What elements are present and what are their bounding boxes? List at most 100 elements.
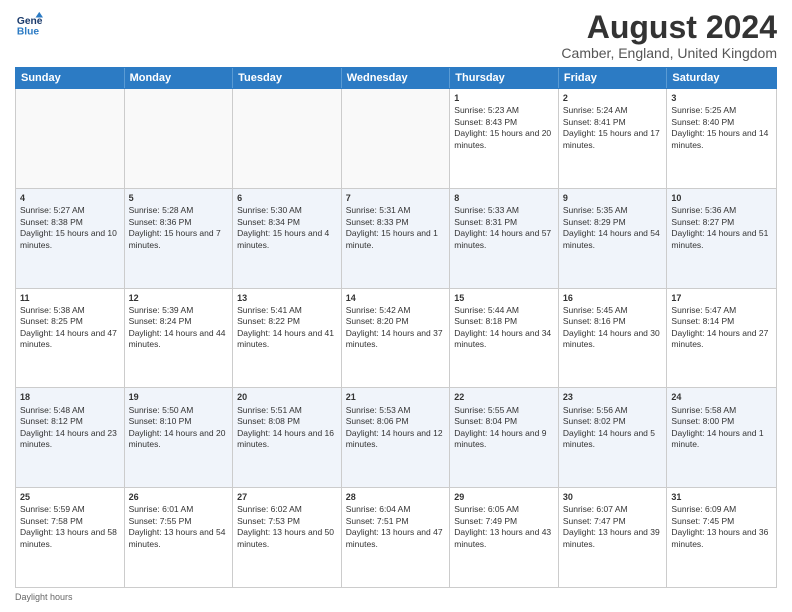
- day-cell-29: 29Sunrise: 6:05 AMSunset: 7:49 PMDayligh…: [450, 488, 559, 587]
- day-info: Sunrise: 6:02 AMSunset: 7:53 PMDaylight:…: [237, 504, 334, 548]
- week-row-1: 1Sunrise: 5:23 AMSunset: 8:43 PMDaylight…: [16, 89, 776, 189]
- calendar-page: General Blue August 2024 Camber, England…: [0, 0, 792, 612]
- day-cell-19: 19Sunrise: 5:50 AMSunset: 8:10 PMDayligh…: [125, 388, 234, 487]
- day-cell-5: 5Sunrise: 5:28 AMSunset: 8:36 PMDaylight…: [125, 189, 234, 288]
- empty-cell: [16, 89, 125, 188]
- header: General Blue August 2024 Camber, England…: [15, 10, 777, 61]
- day-cell-22: 22 Sunrise: 5:55 AMSunset: 8:04 PMDayligh…: [450, 388, 559, 487]
- day-cell-9: 9Sunrise: 5:35 AMSunset: 8:29 PMDaylight…: [559, 189, 668, 288]
- day-cell-13: 13Sunrise: 5:41 AMSunset: 8:22 PMDayligh…: [233, 289, 342, 388]
- day-info: Sunrise: 6:09 AMSunset: 7:45 PMDaylight:…: [671, 504, 768, 548]
- day-info: Sunrise: 5:59 AMSunset: 7:58 PMDaylight:…: [20, 504, 117, 548]
- day-info: Sunrise: 5:38 AMSunset: 8:25 PMDaylight:…: [20, 305, 117, 349]
- day-info: Sunrise: 5:27 AMSunset: 8:38 PMDaylight:…: [20, 205, 117, 249]
- day-info: Sunrise: 5:33 AMSunset: 8:31 PMDaylight:…: [454, 205, 551, 249]
- day-cell-30: 30Sunrise: 6:07 AMSunset: 7:47 PMDayligh…: [559, 488, 668, 587]
- day-number: 27: [237, 491, 337, 503]
- day-number: 14: [346, 292, 446, 304]
- empty-cell: [125, 89, 234, 188]
- day-number: 1: [454, 92, 554, 104]
- day-number: 20: [237, 391, 337, 403]
- day-number: 17: [671, 292, 772, 304]
- day-number: 24: [671, 391, 772, 403]
- day-info: Sunrise: 5:41 AMSunset: 8:22 PMDaylight:…: [237, 305, 334, 349]
- day-number: 5: [129, 192, 229, 204]
- day-info: Sunrise: 5:48 AMSunset: 8:12 PMDaylight:…: [20, 405, 117, 449]
- day-number: 13: [237, 292, 337, 304]
- day-number: 29: [454, 491, 554, 503]
- day-number: 25: [20, 491, 120, 503]
- day-info: Sunrise: 6:01 AMSunset: 7:55 PMDaylight:…: [129, 504, 226, 548]
- empty-cell: [342, 89, 451, 188]
- day-cell-31: 31Sunrise: 6:09 AMSunset: 7:45 PMDayligh…: [667, 488, 776, 587]
- day-number: 18: [20, 391, 120, 403]
- header-day-sunday: Sunday: [16, 68, 125, 88]
- day-info: Sunrise: 5:55 AMSunset: 8:04 PMDaylight:…: [454, 405, 546, 449]
- header-day-tuesday: Tuesday: [233, 68, 342, 88]
- day-number: 6: [237, 192, 337, 204]
- day-number: 12: [129, 292, 229, 304]
- month-title: August 2024: [561, 10, 777, 45]
- day-info: Sunrise: 6:04 AMSunset: 7:51 PMDaylight:…: [346, 504, 443, 548]
- day-cell-18: 18 Sunrise: 5:48 AMSunset: 8:12 PMDayligh…: [16, 388, 125, 487]
- day-number: 22: [454, 391, 554, 403]
- day-cell-12: 12Sunrise: 5:39 AMSunset: 8:24 PMDayligh…: [125, 289, 234, 388]
- day-info: Sunrise: 5:39 AMSunset: 8:24 PMDaylight:…: [129, 305, 226, 349]
- day-cell-28: 28Sunrise: 6:04 AMSunset: 7:51 PMDayligh…: [342, 488, 451, 587]
- day-cell-3: 3Sunrise: 5:25 AMSunset: 8:40 PMDaylight…: [667, 89, 776, 188]
- day-info: Sunrise: 5:30 AMSunset: 8:34 PMDaylight:…: [237, 205, 329, 249]
- week-row-3: 11Sunrise: 5:38 AMSunset: 8:25 PMDayligh…: [16, 289, 776, 389]
- day-number: 15: [454, 292, 554, 304]
- calendar-body: 1Sunrise: 5:23 AMSunset: 8:43 PMDaylight…: [15, 89, 777, 588]
- day-cell-27: 27Sunrise: 6:02 AMSunset: 7:53 PMDayligh…: [233, 488, 342, 587]
- day-cell-24: 24 Sunrise: 5:58 AMSunset: 8:00 PMDayligh…: [667, 388, 776, 487]
- day-cell-26: 26Sunrise: 6:01 AMSunset: 7:55 PMDayligh…: [125, 488, 234, 587]
- day-cell-10: 10Sunrise: 5:36 AMSunset: 8:27 PMDayligh…: [667, 189, 776, 288]
- day-info: Sunrise: 5:25 AMSunset: 8:40 PMDaylight:…: [671, 105, 768, 149]
- calendar: SundayMondayTuesdayWednesdayThursdayFrid…: [15, 67, 777, 588]
- header-day-wednesday: Wednesday: [342, 68, 451, 88]
- footer-note: Daylight hours: [15, 592, 777, 602]
- day-number: 8: [454, 192, 554, 204]
- empty-cell: [233, 89, 342, 188]
- day-number: 10: [671, 192, 772, 204]
- day-info: Sunrise: 5:28 AMSunset: 8:36 PMDaylight:…: [129, 205, 221, 249]
- day-number: 11: [20, 292, 120, 304]
- day-info: Sunrise: 5:31 AMSunset: 8:33 PMDaylight:…: [346, 205, 438, 249]
- day-info: Sunrise: 5:24 AMSunset: 8:41 PMDaylight:…: [563, 105, 660, 149]
- day-number: 23: [563, 391, 663, 403]
- day-number: 16: [563, 292, 663, 304]
- day-info: Sunrise: 5:45 AMSunset: 8:16 PMDaylight:…: [563, 305, 660, 349]
- day-info: Sunrise: 5:51 AMSunset: 8:08 PMDaylight:…: [237, 405, 334, 449]
- day-cell-1: 1Sunrise: 5:23 AMSunset: 8:43 PMDaylight…: [450, 89, 559, 188]
- day-number: 30: [563, 491, 663, 503]
- day-cell-8: 8Sunrise: 5:33 AMSunset: 8:31 PMDaylight…: [450, 189, 559, 288]
- day-info: Sunrise: 5:42 AMSunset: 8:20 PMDaylight:…: [346, 305, 443, 349]
- day-info: Sunrise: 5:53 AMSunset: 8:06 PMDaylight:…: [346, 405, 443, 449]
- day-number: 2: [563, 92, 663, 104]
- svg-text:Blue: Blue: [17, 26, 40, 37]
- day-cell-16: 16Sunrise: 5:45 AMSunset: 8:16 PMDayligh…: [559, 289, 668, 388]
- logo-icon: General Blue: [15, 10, 43, 38]
- week-row-2: 4Sunrise: 5:27 AMSunset: 8:38 PMDaylight…: [16, 189, 776, 289]
- day-cell-2: 2Sunrise: 5:24 AMSunset: 8:41 PMDaylight…: [559, 89, 668, 188]
- calendar-header: SundayMondayTuesdayWednesdayThursdayFrid…: [15, 67, 777, 89]
- day-info: Sunrise: 6:07 AMSunset: 7:47 PMDaylight:…: [563, 504, 660, 548]
- day-info: Sunrise: 5:47 AMSunset: 8:14 PMDaylight:…: [671, 305, 768, 349]
- title-area: August 2024 Camber, England, United King…: [561, 10, 777, 61]
- day-cell-25: 25Sunrise: 5:59 AMSunset: 7:58 PMDayligh…: [16, 488, 125, 587]
- day-cell-23: 23Sunrise: 5:56 AMSunset: 8:02 PMDayligh…: [559, 388, 668, 487]
- day-info: Sunrise: 5:36 AMSunset: 8:27 PMDaylight:…: [671, 205, 768, 249]
- week-row-5: 25Sunrise: 5:59 AMSunset: 7:58 PMDayligh…: [16, 488, 776, 587]
- day-cell-7: 7Sunrise: 5:31 AMSunset: 8:33 PMDaylight…: [342, 189, 451, 288]
- logo: General Blue: [15, 10, 43, 38]
- header-day-friday: Friday: [559, 68, 668, 88]
- day-cell-20: 20 Sunrise: 5:51 AMSunset: 8:08 PMDayligh…: [233, 388, 342, 487]
- day-cell-4: 4Sunrise: 5:27 AMSunset: 8:38 PMDaylight…: [16, 189, 125, 288]
- day-number: 9: [563, 192, 663, 204]
- day-number: 7: [346, 192, 446, 204]
- day-info: Sunrise: 5:58 AMSunset: 8:00 PMDaylight:…: [671, 405, 763, 449]
- day-number: 31: [671, 491, 772, 503]
- day-number: 19: [129, 391, 229, 403]
- day-number: 4: [20, 192, 120, 204]
